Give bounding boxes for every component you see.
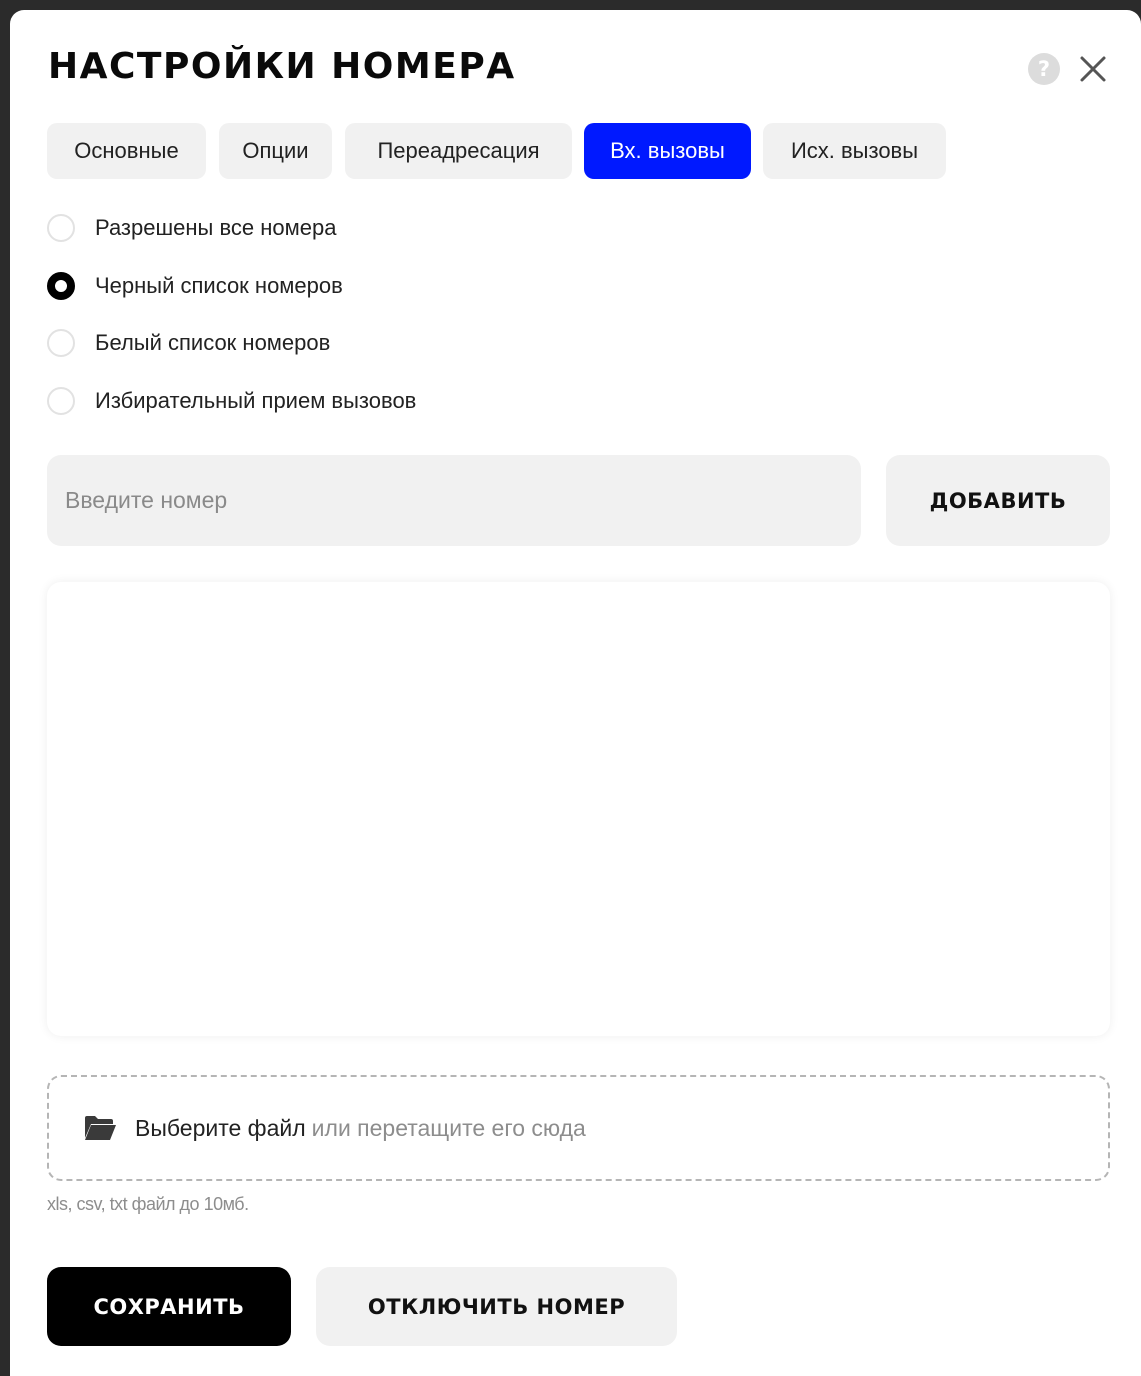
close-icon[interactable] — [1076, 52, 1110, 86]
radio-button[interactable] — [47, 387, 75, 415]
add-number-button[interactable]: ДОБАВИТЬ — [886, 455, 1110, 546]
file-format-hint: xls, csv, txt файл до 10мб. — [47, 1194, 249, 1214]
tab-incoming-calls[interactable]: Вх. вызовы — [584, 123, 751, 179]
folder-open-icon — [85, 1116, 116, 1140]
radio-label: Черный список номеров — [95, 273, 343, 298]
radio-label: Разрешены все номера — [95, 215, 337, 240]
tab-options[interactable]: Опции — [219, 123, 332, 179]
disable-number-button[interactable]: ОТКЛЮЧИТЬ НОМЕР — [316, 1267, 677, 1346]
radio-button[interactable] — [47, 329, 75, 357]
file-dropzone[interactable]: Выберите файл или перетащите его сюда — [47, 1075, 1110, 1181]
radio-blacklist[interactable]: Черный список номеров — [47, 269, 343, 303]
radio-selective[interactable]: Избирательный прием вызовов — [47, 384, 416, 418]
numbers-list[interactable] — [47, 582, 1110, 1036]
radio-button-selected[interactable] — [47, 272, 75, 300]
radio-label: Белый список номеров — [95, 330, 331, 355]
tab-forwarding[interactable]: Переадресация — [345, 123, 572, 179]
drag-hint-text: или перетащите его сюда — [311, 1114, 586, 1141]
tab-outgoing-calls[interactable]: Исх. вызовы — [763, 123, 946, 179]
save-button[interactable]: СОХРАНИТЬ — [47, 1267, 291, 1346]
radio-label: Избирательный прием вызовов — [95, 388, 417, 413]
tab-main[interactable]: Основные — [47, 123, 206, 179]
radio-allow-all[interactable]: Разрешены все номера — [47, 211, 336, 245]
number-input[interactable] — [47, 455, 861, 546]
radio-button[interactable] — [47, 214, 75, 242]
help-circle-icon[interactable]: ? — [1028, 53, 1060, 85]
choose-file-link[interactable]: Выберите файл — [135, 1115, 306, 1142]
radio-whitelist[interactable]: Белый список номеров — [47, 326, 330, 360]
number-settings-modal: НАСТРОЙКИ НОМЕРА ? Основные Опции Переад… — [10, 10, 1141, 1376]
modal-title: НАСТРОЙКИ НОМЕРА — [48, 46, 516, 87]
